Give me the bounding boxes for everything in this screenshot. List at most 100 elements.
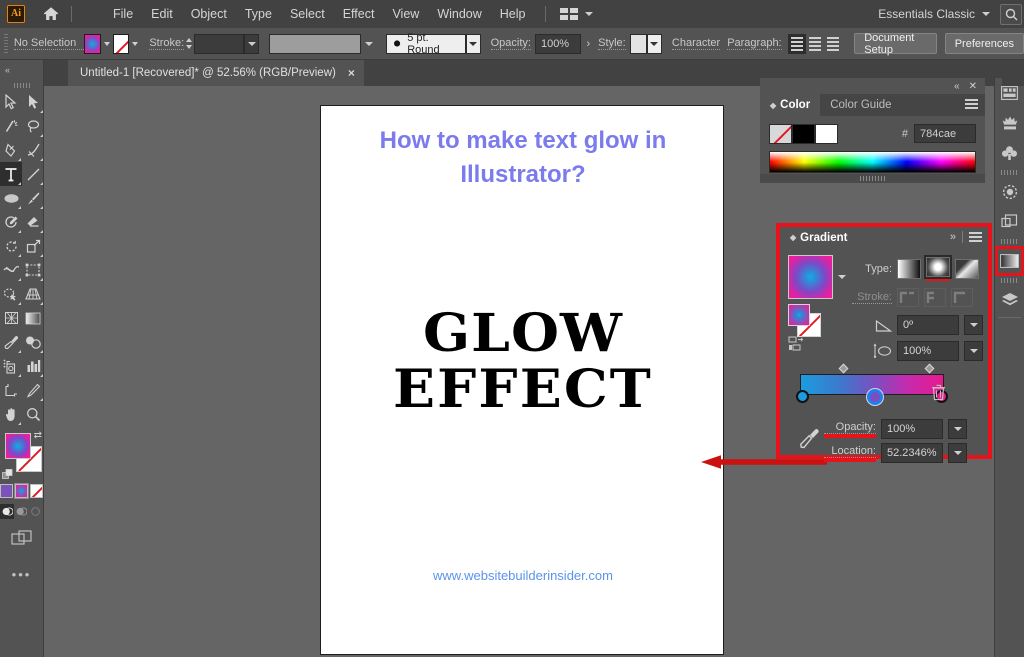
gradient-opacity-field[interactable]: 100% [881, 419, 943, 439]
workspace-switcher[interactable]: Essentials Classic [878, 7, 990, 21]
radial-gradient-button[interactable] [926, 257, 950, 277]
gradient-eyedropper-icon[interactable] [800, 427, 820, 456]
slice-tool[interactable] [22, 378, 44, 402]
zoom-tool[interactable] [22, 402, 44, 426]
linear-gradient-button[interactable] [897, 259, 921, 279]
type-tool[interactable] [0, 162, 22, 186]
blend-tool[interactable] [22, 330, 44, 354]
gradient-aspect-chevron-down-icon[interactable] [964, 341, 983, 361]
brush-definition-chevron-down-icon[interactable] [466, 34, 481, 54]
close-icon[interactable]: × [348, 66, 355, 80]
width-tool[interactable] [0, 258, 22, 282]
scale-tool[interactable] [22, 234, 44, 258]
stroke-color-swatch[interactable] [113, 34, 129, 54]
gradient-midpoint-1[interactable] [838, 364, 848, 374]
gradient-angle-chevron-down-icon[interactable] [964, 315, 983, 335]
opacity-field[interactable]: 100% [535, 34, 581, 54]
brushes-panel-icon[interactable] [995, 138, 1024, 168]
change-screen-mode[interactable] [0, 529, 43, 547]
fill-swatch-chevron-down-icon[interactable] [101, 34, 113, 54]
gradient-aspect-ratio-field[interactable]: 100% [897, 341, 959, 361]
menu-item-file[interactable]: File [104, 3, 142, 25]
curvature-tool[interactable] [22, 138, 44, 162]
gradient-stop-mid[interactable] [867, 389, 883, 405]
draw-inside-mode[interactable] [29, 504, 43, 519]
gradient-presets-chevron-down-icon[interactable] [838, 275, 846, 279]
line-segment-tool[interactable] [22, 162, 44, 186]
ellipse-tool[interactable] [0, 186, 22, 210]
character-link[interactable]: Character [672, 37, 720, 50]
align-center-button[interactable] [806, 34, 824, 54]
lasso-tool[interactable] [22, 114, 44, 138]
gradient-angle-field[interactable]: 0º [897, 315, 959, 335]
graphic-style-swatch[interactable] [630, 34, 647, 54]
delete-gradient-stop-icon[interactable] [931, 384, 946, 406]
gradient-panel-icon[interactable] [995, 246, 1024, 276]
stroke-profile-chevron-down-icon[interactable] [361, 34, 376, 54]
gradient-fill-proxy[interactable] [788, 304, 810, 326]
toolbar-collapse-icon[interactable]: « [0, 60, 43, 80]
layers-panel-icon[interactable] [995, 285, 1024, 315]
direct-selection-tool[interactable] [22, 90, 44, 114]
gradient-tool[interactable] [22, 306, 44, 330]
align-right-button[interactable] [824, 34, 842, 54]
shape-builder-tool[interactable] [0, 282, 22, 306]
dock-group-grip-2[interactable] [995, 237, 1024, 246]
hex-input[interactable]: 784cae [914, 124, 976, 143]
align-left-button[interactable] [788, 34, 806, 54]
rotate-tool[interactable] [0, 234, 22, 258]
opacity-expand-icon[interactable]: › [587, 38, 591, 50]
preferences-button[interactable]: Preferences [945, 33, 1024, 54]
search-icon[interactable] [1000, 4, 1022, 25]
stroke-weight-stepper[interactable] [184, 34, 194, 54]
free-transform-tool[interactable] [22, 258, 44, 282]
menu-item-view[interactable]: View [383, 3, 428, 25]
none-color-swatch[interactable] [769, 124, 792, 144]
symbol-sprayer-tool[interactable] [0, 354, 22, 378]
menu-item-select[interactable]: Select [281, 3, 334, 25]
gradient-opacity-chevron-down-icon[interactable] [948, 419, 967, 439]
eyedropper-tool[interactable] [0, 330, 22, 354]
menu-item-effect[interactable]: Effect [334, 3, 384, 25]
panel-menu-icon[interactable] [969, 232, 982, 243]
document-tab[interactable]: Untitled-1 [Recovered]* @ 52.56% (RGB/Pr… [68, 60, 364, 86]
gradient-location-field[interactable]: 52.2346% [881, 443, 943, 463]
collapse-panel-icon[interactable]: « [954, 81, 960, 92]
libraries-panel-icon[interactable] [995, 108, 1024, 138]
gradient-swatch-mode[interactable] [15, 484, 28, 498]
stroke-weight-chevron-down-icon[interactable] [244, 34, 259, 54]
menu-item-type[interactable]: Type [236, 3, 281, 25]
control-bar-grip[interactable] [4, 34, 8, 54]
stroke-weight-field[interactable] [194, 34, 244, 54]
black-color-swatch[interactable] [792, 124, 815, 144]
draw-normal-mode[interactable] [0, 504, 14, 519]
hand-tool[interactable] [0, 402, 22, 426]
gradient-midpoint-2[interactable] [924, 364, 934, 374]
panel-menu-icon[interactable] [965, 99, 978, 110]
gradient-location-chevron-down-icon[interactable] [948, 443, 967, 463]
menu-item-object[interactable]: Object [182, 3, 236, 25]
eraser-tool[interactable] [22, 210, 44, 234]
perspective-grid-tool[interactable] [22, 282, 44, 306]
symbols-panel-icon[interactable] [995, 207, 1024, 237]
dock-group-grip-3[interactable] [995, 276, 1024, 285]
mesh-tool[interactable] [0, 306, 22, 330]
menu-item-window[interactable]: Window [428, 3, 490, 25]
dock-group-grip-1[interactable] [995, 168, 1024, 177]
stroke-swatch-chevron-down-icon[interactable] [129, 34, 141, 54]
edit-toolbar-ellipsis[interactable]: ••• [0, 567, 43, 582]
default-fill-stroke-icon[interactable] [2, 468, 14, 480]
paintbrush-tool[interactable] [22, 186, 44, 210]
graphic-style-chevron-down-icon[interactable] [647, 34, 662, 54]
toolbar-grip[interactable] [0, 80, 43, 90]
stroke-profile-field[interactable] [269, 34, 361, 54]
expand-panel-icon[interactable]: » [950, 231, 956, 243]
arrange-documents-icon[interactable] [560, 8, 593, 20]
paragraph-link[interactable]: Paragraph: [727, 37, 781, 50]
artboard-tool[interactable] [0, 378, 22, 402]
swap-fill-stroke-icon[interactable]: ⇄ [34, 430, 42, 441]
gradient-preview-swatch[interactable] [788, 255, 833, 299]
menu-item-edit[interactable]: Edit [142, 3, 182, 25]
draw-behind-mode[interactable] [14, 504, 28, 519]
selection-tool[interactable] [0, 90, 22, 114]
